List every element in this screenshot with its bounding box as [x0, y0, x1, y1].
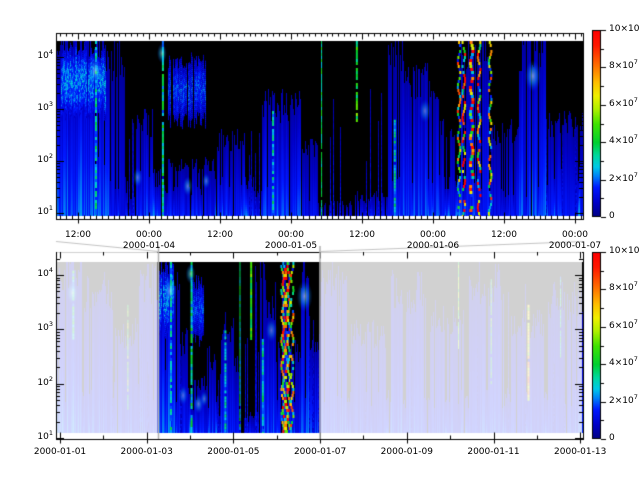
y-tick-label: 103: [11, 103, 53, 114]
colorbar-tick-label: 8×107: [609, 283, 638, 294]
x-tick-date-label: 2000-01-03: [121, 447, 173, 458]
x-tick-date-label: 2000-01-05: [207, 447, 259, 458]
y-tick-label: 101: [11, 432, 53, 443]
x-tick-date-label: 2000-01-07: [549, 241, 601, 252]
colorbar-tick-label: 2×107: [609, 174, 638, 185]
x-tick-time-label: 00:00: [278, 230, 304, 241]
x-tick-time-label: 00:00: [420, 230, 446, 241]
x-tick-time-label: 12:00: [491, 230, 517, 241]
colorbar-tick-label: 8×107: [609, 61, 638, 72]
y-tick-label: 104: [11, 51, 53, 62]
colorbar-tick-label: 0: [609, 433, 615, 444]
x-tick-date-label: 2000-01-05: [265, 241, 317, 252]
y-tick-label: 103: [11, 323, 53, 334]
y-tick-label: 104: [11, 269, 53, 280]
y-tick-label: 102: [11, 378, 53, 389]
y-tick-label: 101: [11, 207, 53, 218]
x-tick-time-label: 12:00: [207, 230, 233, 241]
y-tick-label: 102: [11, 155, 53, 166]
x-tick-date-label: 2000-01-01: [34, 447, 86, 458]
x-tick-date-label: 2000-01-13: [554, 447, 606, 458]
x-tick-time-label: 00:00: [136, 230, 162, 241]
colorbar-tick-label: 2×107: [609, 396, 638, 407]
colorbar-tick-label: 0: [609, 211, 615, 222]
x-tick-time-label: 00:00: [562, 230, 588, 241]
colorbar-tick-label: 6×107: [609, 99, 638, 110]
x-tick-date-label: 2000-01-04: [123, 241, 175, 252]
x-tick-date-label: 2000-01-07: [294, 447, 346, 458]
x-tick-date-label: 2000-01-06: [407, 241, 459, 252]
colorbar-tick-label: 10×107: [609, 246, 640, 257]
x-tick-time-label: 12:00: [349, 230, 375, 241]
colorbar-tick-label: 6×107: [609, 321, 638, 332]
colorbar-tick-label: 4×107: [609, 136, 638, 147]
x-tick-time-label: 12:00: [65, 230, 91, 241]
colorbar-tick-label: 4×107: [609, 358, 638, 369]
spectrogram-figure: 10110210310410110210310412:0000:002000-0…: [0, 0, 640, 480]
x-tick-date-label: 2000-01-09: [381, 447, 433, 458]
spectrogram-canvas: [0, 0, 640, 480]
x-tick-date-label: 2000-01-11: [467, 447, 519, 458]
colorbar-tick-label: 10×107: [609, 24, 640, 35]
